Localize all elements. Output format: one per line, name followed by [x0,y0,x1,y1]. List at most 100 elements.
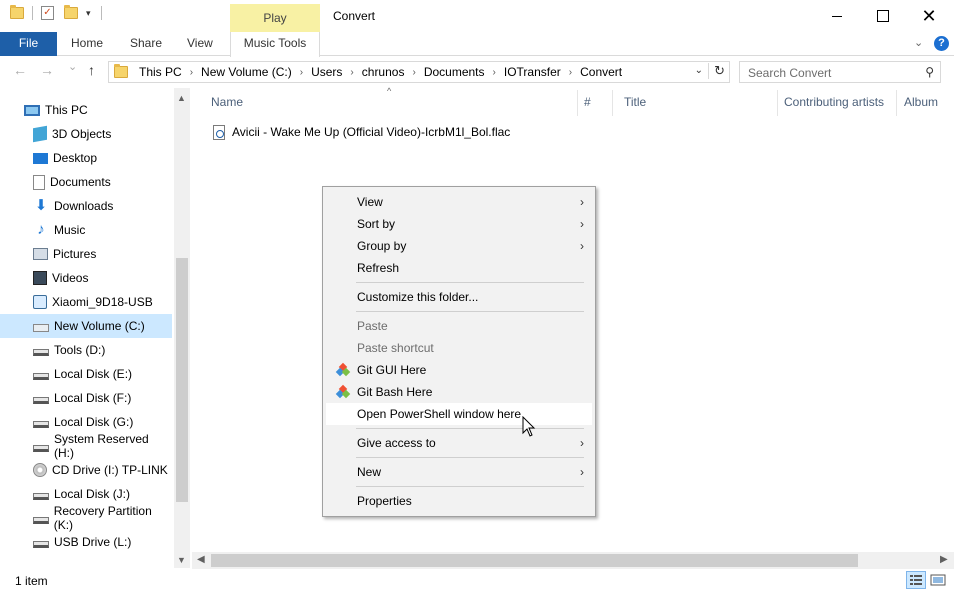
sidebar-item-xiaomi[interactable]: Xiaomi_9D18-USB [0,290,172,314]
column-header-title[interactable]: Title [624,95,646,109]
sidebar-item-system-reserved-h[interactable]: System Reserved (H:) [0,432,172,460]
menu-item-sort-by[interactable]: Sort by › [326,213,592,235]
sidebar-item-recovery-partition-k[interactable]: Recovery Partition (K:) [0,504,172,532]
horizontal-scrollbar[interactable]: ◀ ▶ [192,552,954,569]
scroll-down-icon[interactable]: ▼ [177,555,186,565]
chevron-right-icon[interactable]: › [190,67,193,78]
large-icons-view-button[interactable] [928,571,948,589]
tab-home[interactable]: Home [57,32,117,56]
sidebar-item-desktop[interactable]: Desktop [0,146,172,170]
folder-icon [114,64,128,78]
minimize-button[interactable] [814,0,860,32]
menu-item-open-powershell[interactable]: Open PowerShell window here [326,403,592,425]
column-header-name[interactable]: Name [211,95,243,109]
search-box[interactable]: Search Convert ⚲ [739,61,941,83]
sidebar-item-label: Desktop [53,151,98,165]
sidebar-item-new-volume-c[interactable]: New Volume (C:) [0,314,172,338]
tab-music-tools[interactable]: Music Tools [230,32,320,57]
maximize-button[interactable] [860,0,906,32]
menu-item-refresh[interactable]: Refresh [326,257,592,279]
breadcrumb-documents[interactable]: Documents [424,65,485,79]
scrollbar-thumb[interactable] [211,554,858,567]
address-dropdown-icon[interactable]: ⌄ [695,65,703,76]
sidebar-item-videos[interactable]: Videos [0,266,172,290]
back-button[interactable]: ← [13,62,27,78]
details-view-button[interactable] [906,571,926,589]
menu-item-give-access-to[interactable]: Give access to › [326,432,592,454]
chevron-right-icon[interactable]: › [300,67,303,78]
details-view-icon [910,575,922,585]
chevron-right-icon[interactable]: › [412,67,415,78]
navigation-scrollbar[interactable]: ▲ ▼ [174,88,190,568]
breadcrumb-this-pc[interactable]: This PC [139,65,182,79]
menu-item-group-by[interactable]: Group by › [326,235,592,257]
scroll-right-icon[interactable]: ▶ [940,554,948,565]
chevron-right-icon: › [580,436,584,450]
sidebar-item-local-disk-j[interactable]: Local Disk (J:) [0,482,172,506]
column-header-album[interactable]: Album [904,95,938,109]
breadcrumb-users[interactable]: Users [311,65,342,79]
sidebar-item-downloads[interactable]: ⬇ Downloads [0,194,172,218]
refresh-icon[interactable]: ↻ [708,63,725,79]
column-divider[interactable] [777,90,778,116]
recent-locations-button[interactable]: ⌄ [68,60,77,73]
list-item[interactable]: Avicii - Wake Me Up (Official Video)-Icr… [213,122,510,142]
sidebar-item-this-pc[interactable]: This PC [0,98,172,122]
sidebar-item-3d-objects[interactable]: 3D Objects [0,122,172,146]
scroll-up-icon[interactable]: ▲ [177,93,186,103]
breadcrumb-new-volume[interactable]: New Volume (C:) [201,65,292,79]
customize-toolbar-icon[interactable]: ▾ [86,8,91,19]
column-header-number[interactable]: # [584,95,591,109]
chevron-right-icon: › [580,239,584,253]
menu-item-new[interactable]: New › [326,461,592,483]
new-folder-icon[interactable] [64,5,78,19]
sidebar-item-documents[interactable]: Documents [0,170,172,194]
column-header-contributing-artists[interactable]: Contributing artists [784,95,884,109]
sidebar-item-local-disk-e[interactable]: Local Disk (E:) [0,362,172,386]
sidebar-item-music[interactable]: ♪ Music [0,218,172,242]
chevron-right-icon[interactable]: › [493,67,496,78]
expand-ribbon-icon[interactable]: ⌄ [914,36,923,49]
search-icon[interactable]: ⚲ [925,65,934,79]
drive-icon [33,516,49,524]
menu-item-customize-folder[interactable]: Customize this folder... [326,286,592,308]
search-input[interactable]: Search Convert [748,66,831,80]
chevron-right-icon[interactable]: › [569,67,572,78]
help-icon[interactable]: ? [934,36,949,51]
sidebar-item-label: Music [54,223,86,237]
sidebar-item-tools-d[interactable]: Tools (D:) [0,338,172,362]
menu-item-git-bash[interactable]: Git Bash Here [326,381,592,403]
title-bar: ✓ ▾ Play Convert ✕ [0,0,954,34]
sidebar-item-label: Local Disk (G:) [54,415,134,429]
menu-item-view[interactable]: View › [326,191,592,213]
forward-button[interactable]: → [40,62,54,78]
sidebar-item-local-disk-f[interactable]: Local Disk (F:) [0,386,172,410]
scrollbar-thumb[interactable] [176,258,188,502]
tab-view[interactable]: View [173,32,227,56]
sidebar-item-usb-drive-l[interactable]: USB Drive (L:) [0,530,172,554]
close-button[interactable]: ✕ [906,0,952,32]
properties-icon[interactable]: ✓ [41,6,54,20]
cd-drive-icon [33,463,47,477]
sidebar-item-local-disk-g[interactable]: Local Disk (G:) [0,410,172,434]
breadcrumb-iotransfer[interactable]: IOTransfer [504,65,561,79]
downloads-icon: ⬇ [34,197,48,214]
breadcrumb-convert[interactable]: Convert [580,65,622,79]
navigation-pane: This PC 3D Objects Desktop Documents ⬇ D… [0,88,190,568]
tab-share[interactable]: Share [116,32,176,56]
tab-file[interactable]: File [0,32,57,56]
sidebar-item-pictures[interactable]: Pictures [0,242,172,266]
menu-item-properties[interactable]: Properties [326,490,592,512]
window-title: Convert [333,9,376,23]
menu-item-git-gui[interactable]: Git GUI Here [326,359,592,381]
chevron-right-icon[interactable]: › [350,67,353,78]
scroll-left-icon[interactable]: ◀ [197,554,205,565]
column-divider[interactable] [896,90,897,116]
address-bar[interactable]: This PC › New Volume (C:) › Users › chru… [108,61,730,83]
up-button[interactable]: ↑ [88,62,95,78]
column-divider[interactable] [577,90,578,116]
play-contextual-tab[interactable]: Play [230,4,320,34]
sidebar-item-cd-drive-i[interactable]: CD Drive (I:) TP-LINK [0,458,172,482]
column-divider[interactable] [612,90,613,116]
breadcrumb-chrunos[interactable]: chrunos [362,65,405,79]
